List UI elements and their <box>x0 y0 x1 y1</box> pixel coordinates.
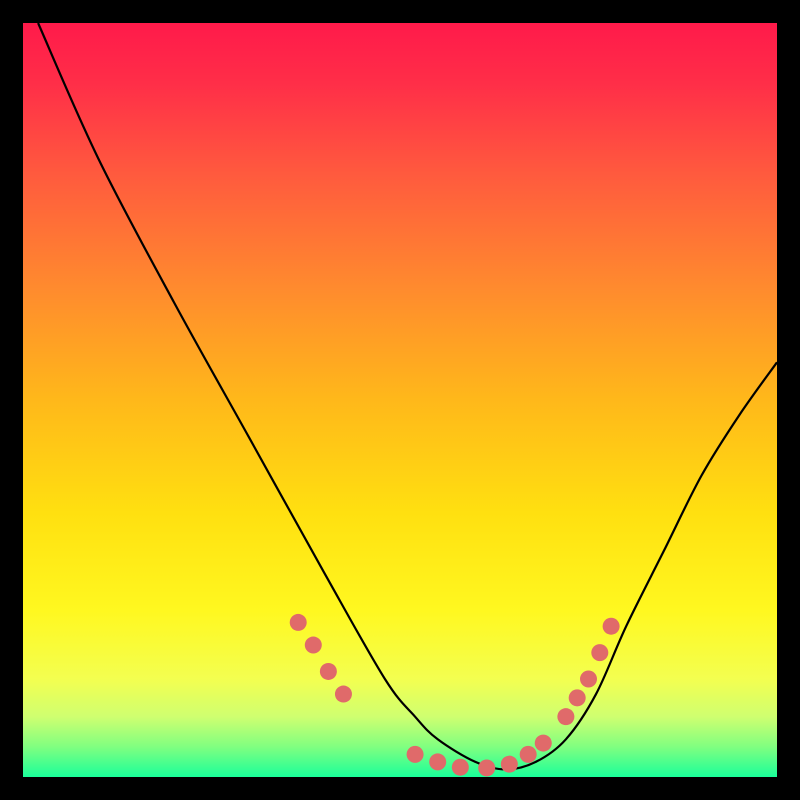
data-point <box>569 689 586 706</box>
data-point <box>335 686 352 703</box>
data-point <box>520 746 537 763</box>
data-point <box>580 670 597 687</box>
bottleneck-curve <box>38 23 777 769</box>
data-point <box>290 614 307 631</box>
data-point <box>452 759 469 776</box>
chart-svg <box>23 23 777 777</box>
data-point <box>557 708 574 725</box>
data-point <box>591 644 608 661</box>
data-point <box>320 663 337 680</box>
data-point <box>603 618 620 635</box>
watermark-text: TheBottleneck.com <box>606 4 790 27</box>
data-point <box>535 735 552 752</box>
data-point <box>407 746 424 763</box>
data-point <box>305 637 322 654</box>
plot-area <box>23 23 777 777</box>
data-point <box>429 753 446 770</box>
data-point <box>501 756 518 773</box>
data-point <box>478 759 495 776</box>
